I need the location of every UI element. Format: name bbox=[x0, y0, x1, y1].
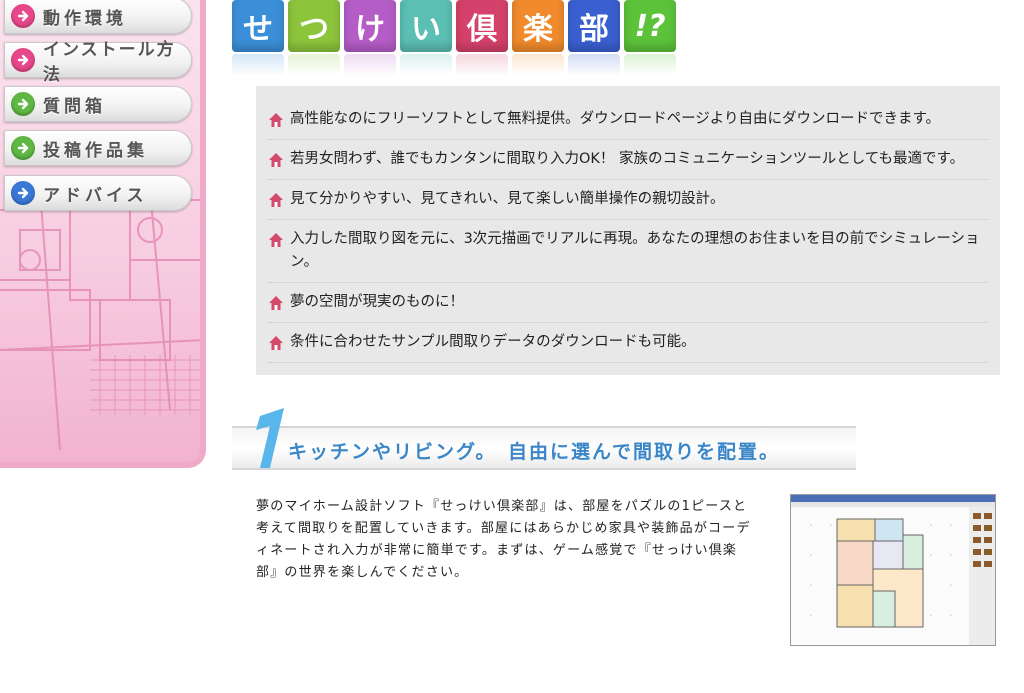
logo-reflection bbox=[624, 54, 676, 76]
feature-text: 夢の空間が現実のものに！ bbox=[290, 294, 464, 310]
logo-tile: つ bbox=[288, 0, 340, 52]
nav-label: 動作環境 bbox=[43, 8, 127, 29]
nav-operating-environment[interactable]: 動作環境 bbox=[4, 0, 192, 34]
nav-question-box[interactable]: 質問箱 bbox=[4, 86, 192, 122]
logo-reflection bbox=[344, 54, 396, 76]
list-item: 高性能なのにフリーソフトとして無料提供。ダウンロードページより自由にダウンロード… bbox=[268, 100, 988, 140]
logo-reflection bbox=[568, 54, 620, 76]
logo-reflection bbox=[232, 54, 284, 76]
house-icon bbox=[269, 233, 283, 247]
feature-text: 見て分かりやすい、見てきれい、見て楽しい簡単操作の親切設計。 bbox=[290, 191, 725, 207]
list-item: 見て分かりやすい、見てきれい、見て楽しい簡単操作の親切設計。 bbox=[268, 180, 988, 220]
feature-list: 高性能なのにフリーソフトとして無料提供。ダウンロードページより自由にダウンロード… bbox=[256, 86, 1000, 363]
arrow-right-icon bbox=[11, 136, 35, 160]
nav-advice[interactable]: アドバイス bbox=[4, 175, 192, 211]
house-icon bbox=[269, 193, 283, 207]
nav-label: 質問箱 bbox=[43, 96, 106, 117]
list-item: 入力した間取り図を元に、3次元描画でリアルに再現。あなたの理想のお住まいを目の前… bbox=[268, 220, 988, 283]
arrow-right-icon bbox=[11, 48, 35, 72]
nav-label: アドバイス bbox=[43, 185, 148, 206]
logo-tile: !? bbox=[624, 0, 676, 52]
feature-text: 若男女問わず、誰でもカンタンに間取り入力OK！ 家族のコミュニケーションツールと… bbox=[290, 151, 965, 167]
feature-text: 条件に合わせたサンプル間取りデータのダウンロードも可能。 bbox=[290, 334, 696, 350]
logo-reflection bbox=[456, 54, 508, 76]
feature-text: 高性能なのにフリーソフトとして無料提供。ダウンロードページより自由にダウンロード… bbox=[290, 111, 941, 127]
logo-tile: 倶 bbox=[456, 0, 508, 52]
floorplan-screenshot-image bbox=[791, 495, 995, 645]
arrow-right-icon bbox=[11, 92, 35, 116]
house-icon bbox=[269, 336, 283, 350]
nav-label: インストール方法 bbox=[43, 40, 176, 85]
logo-tile: せ bbox=[232, 0, 284, 52]
house-icon bbox=[269, 153, 283, 167]
section-title: キッチンやリビング。 自由に選んで間取りを配置。 bbox=[288, 441, 781, 463]
logo-tile: け bbox=[344, 0, 396, 52]
intro-description: 夢のマイホーム設計ソフト『せっけい倶楽部』は、部屋をパズルの1ピースと考えて間取… bbox=[256, 499, 751, 580]
logo-reflection bbox=[400, 54, 452, 76]
feature-text: 入力した間取り図を元に、3次元描画でリアルに再現。あなたの理想のお住まいを目の前… bbox=[290, 231, 980, 270]
section-number-one bbox=[256, 408, 284, 468]
floorplan-sketch-decoration bbox=[0, 190, 200, 450]
logo-tile: 楽 bbox=[512, 0, 564, 52]
arrow-right-icon bbox=[11, 181, 35, 205]
section-heading: キッチンやリビング。 自由に選んで間取りを配置。 bbox=[232, 402, 856, 474]
nav-install-method[interactable]: インストール方法 bbox=[4, 40, 192, 85]
list-item: 条件に合わせたサンプル間取りデータのダウンロードも可能。 bbox=[268, 323, 988, 363]
feature-list-panel: 高性能なのにフリーソフトとして無料提供。ダウンロードページより自由にダウンロード… bbox=[256, 86, 1000, 375]
list-item: 夢の空間が現実のものに！ bbox=[268, 283, 988, 323]
logo-reflection bbox=[512, 54, 564, 76]
logo-tile: い bbox=[400, 0, 452, 52]
house-icon bbox=[269, 296, 283, 310]
list-item: 若男女問わず、誰でもカンタンに間取り入力OK！ 家族のコミュニケーションツールと… bbox=[268, 140, 988, 180]
house-icon bbox=[269, 113, 283, 127]
nav-submitted-works[interactable]: 投稿作品集 bbox=[4, 130, 192, 166]
logo-tile: 部 bbox=[568, 0, 620, 52]
logo-reflection bbox=[288, 54, 340, 76]
arrow-right-icon bbox=[11, 4, 35, 28]
nav-label: 投稿作品集 bbox=[43, 140, 148, 161]
software-screenshot bbox=[790, 494, 996, 646]
